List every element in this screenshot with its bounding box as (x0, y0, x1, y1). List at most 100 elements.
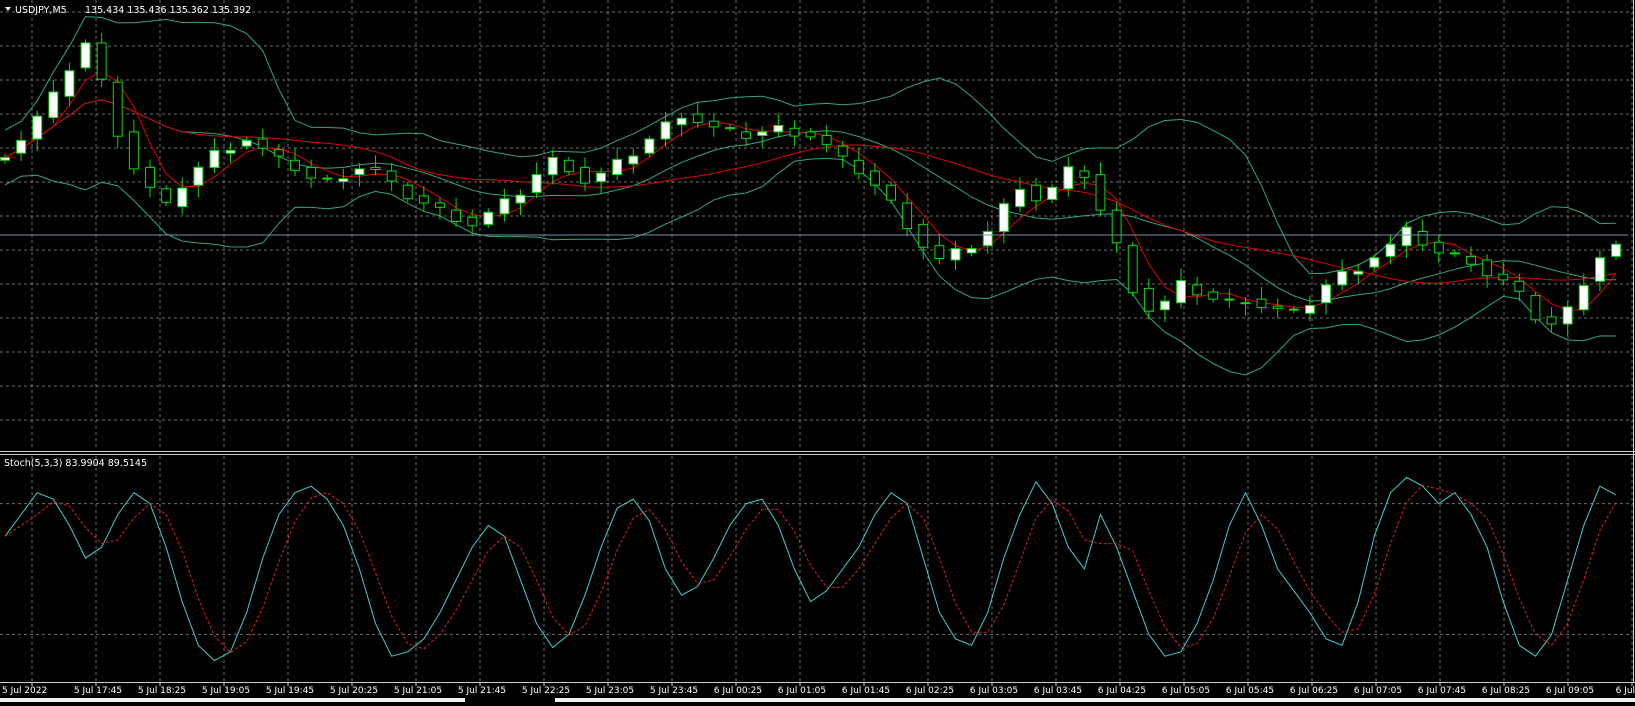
candle-body (96, 42, 107, 80)
candle-body (128, 131, 139, 170)
candle-body (1015, 189, 1025, 208)
candle-body (1224, 298, 1235, 301)
candle-body (821, 134, 832, 146)
scroll-tab-left[interactable] (0, 698, 465, 702)
candle-body (499, 198, 510, 215)
candle-body (1192, 284, 1203, 296)
candle-body (886, 184, 896, 201)
candle-body (1095, 174, 1106, 211)
time-tick-label: 6 Jul 01:45 (842, 686, 890, 696)
candle-body (1031, 184, 1041, 202)
candle-body (1256, 298, 1267, 309)
candle-body (306, 166, 317, 179)
candle-body (354, 168, 365, 176)
time-tick-label: 6 Jul 08:25 (1482, 686, 1530, 696)
candle-body (1160, 300, 1170, 311)
candle-body (1240, 302, 1251, 305)
candle-body (257, 138, 268, 149)
candle-body (418, 195, 429, 204)
candle-body (837, 145, 848, 157)
candle-body (628, 155, 639, 165)
candle-body (741, 131, 751, 139)
time-tick-label: 5 Jul 22:25 (522, 686, 570, 696)
candle-body (1127, 245, 1138, 294)
candle-body (241, 139, 252, 147)
candle-body (1514, 280, 1525, 292)
candle-body (145, 166, 156, 188)
candle-body (32, 115, 43, 140)
candle-body (451, 209, 462, 223)
candle-body (805, 131, 816, 138)
candle-body (1595, 257, 1605, 282)
candle-body (290, 159, 300, 171)
candle-body (515, 194, 526, 204)
time-tick-label: 5 Jul 2022 (2, 686, 47, 696)
symbol-label: USDJPY,M5 (15, 5, 67, 16)
time-tick-label: 5 Jul 17:45 (74, 686, 122, 696)
candle-body (1176, 280, 1186, 304)
candle-body (1450, 252, 1460, 255)
candle-body (48, 91, 59, 119)
candle-body (1272, 305, 1283, 309)
candle-body (1466, 255, 1476, 265)
candle-body (1208, 291, 1219, 300)
time-tick-label: 5 Jul 20:25 (330, 686, 378, 696)
candle-body (483, 211, 494, 225)
time-tick-label: 6 Jul 01:05 (778, 686, 826, 696)
time-tick-label: 5 Jul 19:45 (266, 686, 314, 696)
candle-body (273, 149, 284, 157)
indicator-label: Stoch(5,3,3) 83.9904 89.5145 (4, 458, 147, 469)
candle-body (1079, 170, 1090, 178)
candle-body (386, 170, 397, 182)
candle-body (161, 188, 172, 203)
ohlc-label: 135.434 135.436 135.362 135.392 (85, 5, 251, 16)
candle-body (982, 231, 993, 247)
candle-body (1353, 270, 1364, 275)
trading-chart[interactable]: USDJPY,M5 135.434 135.436 135.362 135.39… (0, 0, 1635, 702)
candle-body (692, 113, 703, 124)
chart-canvas[interactable]: USDJPY,M5 135.434 135.436 135.362 135.39… (0, 0, 1635, 702)
candle-body (580, 166, 590, 184)
time-tick-label: 6 Jul 07:05 (1354, 686, 1402, 696)
time-tick-label: 5 Jul 21:05 (394, 686, 442, 696)
candle-body (402, 184, 413, 200)
time-tick-label: 5 Jul 21:45 (458, 686, 506, 696)
candle-body (225, 149, 236, 154)
candle-body (1321, 284, 1331, 304)
candle-body (531, 174, 542, 193)
candle-body (1401, 226, 1412, 247)
candle-body (112, 81, 123, 137)
candle-body (773, 125, 784, 133)
candle-body (1369, 257, 1380, 268)
candle-body (660, 121, 671, 140)
candle-body (563, 159, 574, 173)
candle-body (918, 223, 929, 248)
candle-body (998, 203, 1009, 232)
candle-body (612, 159, 623, 176)
candle-body (338, 178, 349, 183)
candle-body (676, 117, 687, 126)
candle-body (789, 127, 800, 137)
candle-body (209, 149, 220, 168)
candle-body (1305, 305, 1315, 314)
candle-body (870, 170, 880, 186)
candle-body (547, 157, 558, 176)
candle-body (16, 139, 27, 154)
candle-body (1111, 209, 1122, 244)
time-tick-label: 6 Jul 05:05 (1162, 686, 1210, 696)
scroll-tab-right[interactable] (555, 698, 1635, 702)
candle-body (1546, 316, 1557, 325)
candle-body (1385, 243, 1396, 257)
candle-body (934, 245, 945, 259)
time-tick-label: 6 Jul 03:45 (1034, 686, 1082, 696)
time-tick-label: 5 Jul 19:05 (202, 686, 250, 696)
candle-body (1562, 306, 1573, 325)
candle-body (1530, 295, 1541, 321)
candle-body (708, 120, 719, 128)
candle-body (596, 172, 606, 183)
candle-body (966, 248, 977, 254)
candle-body (177, 187, 188, 208)
candle-body (193, 166, 204, 186)
candle-body (1417, 231, 1428, 246)
time-tick-label: 6 Jul 00:25 (714, 686, 762, 696)
